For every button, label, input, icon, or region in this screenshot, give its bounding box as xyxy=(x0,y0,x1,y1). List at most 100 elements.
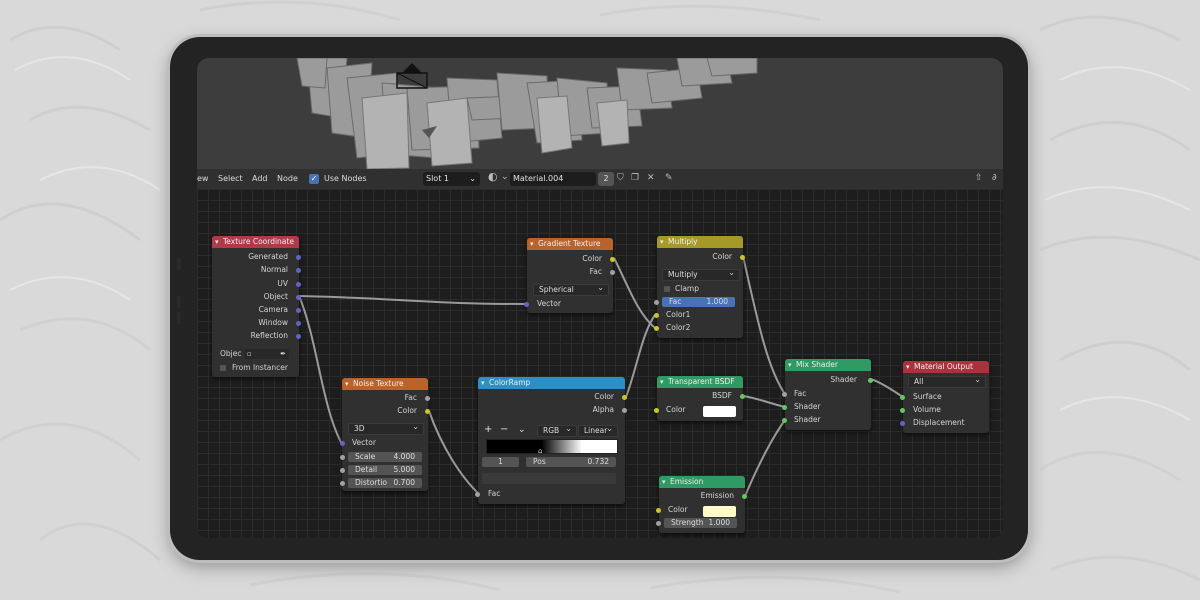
mix-shader-node[interactable]: Mix Shader Shader Fac Shader Shader xyxy=(782,359,873,430)
interpolation-dropdown[interactable]: Linear xyxy=(578,424,618,437)
socket-fac-out[interactable] xyxy=(610,270,615,275)
socket-alpha-out[interactable] xyxy=(622,408,627,413)
strength-label: Strength xyxy=(671,518,704,527)
socket-distortion-in[interactable] xyxy=(340,481,345,486)
socket-volume-in[interactable] xyxy=(900,408,905,413)
socket-object[interactable] xyxy=(296,295,301,300)
socket-vector-in[interactable] xyxy=(524,302,529,307)
object-picker-field[interactable]: ▫ ✒ xyxy=(244,349,289,359)
node-header[interactable]: Texture Coordinate xyxy=(212,236,299,248)
socket-uv[interactable] xyxy=(296,282,301,287)
input-color1: Color1 xyxy=(666,310,691,319)
output-color: Color xyxy=(582,254,602,263)
object-square-icon: ▫ xyxy=(247,350,252,358)
render-target-dropdown[interactable]: All xyxy=(908,375,986,388)
gradient-texture-node[interactable]: Gradient Texture Color Fac Spherical Vec… xyxy=(524,238,615,313)
fac-field[interactable]: Fac 1.000 xyxy=(662,297,735,307)
socket-fac-in[interactable] xyxy=(782,392,787,397)
pos-label: Pos xyxy=(533,457,546,466)
node-header[interactable]: Multiply xyxy=(657,236,743,248)
socket-fac-in[interactable] xyxy=(475,492,480,497)
scale-value: 4.000 xyxy=(393,452,415,461)
tablet-side-button xyxy=(177,296,181,308)
strength-field[interactable]: Strength 1.000 xyxy=(664,518,737,528)
socket-displacement-in[interactable] xyxy=(900,421,905,426)
node-header[interactable]: Mix Shader xyxy=(785,359,871,371)
transparent-bsdf-node[interactable]: Transparent BSDF BSDF Color xyxy=(654,376,745,421)
active-stop-index[interactable]: 1 xyxy=(482,457,519,467)
color-swatch-pale-yellow[interactable] xyxy=(703,506,736,517)
socket-shader2-in[interactable] xyxy=(782,418,787,423)
socket-surface-in[interactable] xyxy=(900,395,905,400)
color-stop-handle[interactable]: ⌂ xyxy=(576,446,580,456)
socket-color1-in[interactable] xyxy=(654,313,659,318)
texture-coordinate-node[interactable]: Texture Coordinate Generated Normal UV O… xyxy=(212,236,301,377)
detail-label: Detail xyxy=(355,465,378,474)
output-object: Object xyxy=(263,292,288,301)
socket-color-in[interactable] xyxy=(656,508,661,513)
remove-stop-button[interactable]: − xyxy=(500,425,508,435)
socket-strength-in[interactable] xyxy=(656,521,661,526)
node-header[interactable]: Emission xyxy=(659,476,745,488)
color-stop-handle[interactable]: ⌂ xyxy=(538,446,542,456)
detail-field[interactable]: Detail 5.000 xyxy=(348,465,422,475)
socket-scale-in[interactable] xyxy=(340,455,345,460)
node-header[interactable]: Noise Texture xyxy=(342,378,428,390)
node-header[interactable]: Gradient Texture xyxy=(527,238,613,250)
socket-camera[interactable] xyxy=(296,308,301,313)
socket-fac-in[interactable] xyxy=(654,300,659,305)
link-ramp-color-to-multiply-color1 xyxy=(625,314,656,398)
stop-color-swatch[interactable] xyxy=(482,473,616,484)
from-instancer-checkbox[interactable] xyxy=(220,365,226,371)
material-output-node[interactable]: Material Output All Surface Volume Displ… xyxy=(900,361,989,433)
input-shader-1: Shader xyxy=(794,402,821,411)
socket-window[interactable] xyxy=(296,321,301,326)
socket-fac-out[interactable] xyxy=(425,396,430,401)
socket-color-out[interactable] xyxy=(622,395,627,400)
eyedropper-icon[interactable]: ✒ xyxy=(280,349,286,359)
node-header[interactable]: ColorRamp xyxy=(478,377,625,389)
colorramp-node[interactable]: ColorRamp Color Alpha + − ⌄ RGB Linear ⌂… xyxy=(475,377,627,504)
stop-position-field[interactable]: Pos 0.732 xyxy=(526,457,616,467)
chevron-down-icon[interactable]: ⌄ xyxy=(518,425,526,435)
pos-value: 0.732 xyxy=(587,457,609,466)
socket-vector-in[interactable] xyxy=(340,441,345,446)
clamp-checkbox[interactable] xyxy=(664,286,670,292)
socket-color2-in[interactable] xyxy=(654,326,659,331)
output-camera: Camera xyxy=(258,305,288,314)
socket-reflection[interactable] xyxy=(296,334,301,339)
distortion-value: 0.700 xyxy=(393,478,415,487)
socket-bsdf-out[interactable] xyxy=(740,394,745,399)
blend-type-dropdown[interactable]: Multiply xyxy=(662,268,740,281)
socket-shader1-in[interactable] xyxy=(782,405,787,410)
color-ramp-gradient[interactable] xyxy=(486,439,618,454)
input-vector: Vector xyxy=(352,438,376,447)
socket-emission-out[interactable] xyxy=(742,494,747,499)
socket-color-out[interactable] xyxy=(425,409,430,414)
link-gradient-color-to-multiply-color2 xyxy=(613,257,656,329)
tablet-side-button xyxy=(177,312,181,324)
socket-shader-out[interactable] xyxy=(868,378,873,383)
color-swatch-white[interactable] xyxy=(703,406,736,417)
multiply-mix-node[interactable]: Multiply Color Multiply Clamp Fac 1.000 C… xyxy=(654,236,745,338)
input-vector: Vector xyxy=(537,299,561,308)
input-fac: Fac xyxy=(794,389,807,398)
distortion-field[interactable]: Distortio 0.700 xyxy=(348,478,422,488)
blend-type-value: Multiply xyxy=(668,270,698,279)
color-mode-dropdown[interactable]: RGB xyxy=(537,424,577,437)
add-stop-button[interactable]: + xyxy=(484,425,492,435)
emission-node[interactable]: Emission Emission Color Strength 1.000 xyxy=(656,476,747,533)
socket-color-out[interactable] xyxy=(610,257,615,262)
socket-normal[interactable] xyxy=(296,268,301,273)
dimensions-dropdown[interactable]: 3D xyxy=(348,422,424,435)
socket-color-in[interactable] xyxy=(654,408,659,413)
socket-color-out[interactable] xyxy=(740,255,745,260)
node-header[interactable]: Material Output xyxy=(903,361,989,373)
noise-texture-node[interactable]: Noise Texture Fac Color 3D Vector Scale 4… xyxy=(340,378,430,491)
scale-field[interactable]: Scale 4.000 xyxy=(348,452,422,462)
node-header[interactable]: Transparent BSDF xyxy=(657,376,743,388)
link-noise-color-to-ramp-fac xyxy=(428,410,480,495)
socket-generated[interactable] xyxy=(296,255,301,260)
socket-detail-in[interactable] xyxy=(340,468,345,473)
gradient-type-dropdown[interactable]: Spherical xyxy=(533,283,609,296)
